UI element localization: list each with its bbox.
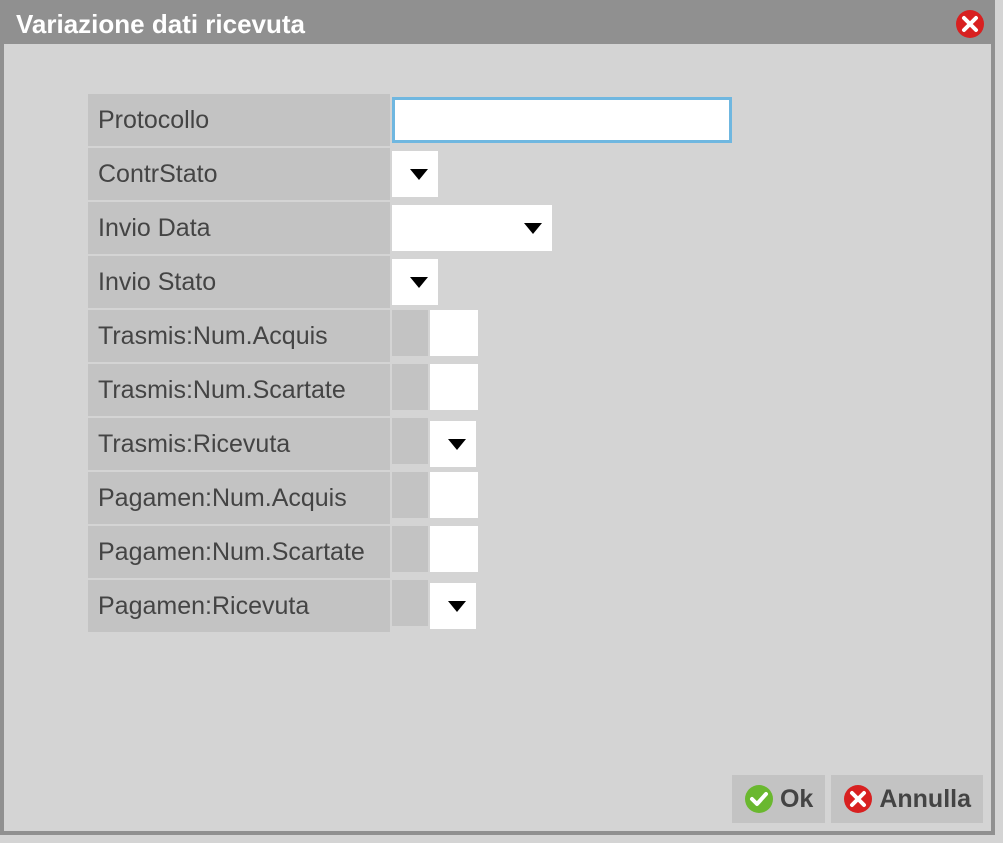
row-contrstato: ContrStato (88, 148, 991, 200)
ok-button-label: Ok (780, 785, 813, 814)
close-icon (955, 9, 985, 39)
spacer (392, 580, 428, 626)
label-trasmis-numacquis: Trasmis:Num.Acquis (88, 310, 390, 362)
label-inviodata: Invio Data (88, 202, 390, 254)
titlebar: Variazione dati ricevuta (4, 4, 991, 44)
ok-button[interactable]: Ok (732, 775, 825, 823)
input-pagamen-numacquis[interactable] (430, 472, 478, 518)
row-pagamen-ricevuta: Pagamen:Ricevuta (88, 580, 991, 632)
row-pagamen-numacquis: Pagamen:Num.Acquis (88, 472, 991, 524)
spacer (392, 418, 428, 464)
chevron-down-icon (410, 277, 428, 288)
spacer (392, 472, 428, 518)
label-contrstato: ContrStato (88, 148, 390, 200)
form-area: Protocollo ContrStato Invio Data Invio S (4, 44, 991, 632)
dropdown-pagamen-ricevuta[interactable] (430, 583, 476, 629)
chevron-down-icon (524, 223, 542, 234)
label-pagamen-numscartate: Pagamen:Num.Scartate (88, 526, 390, 578)
chevron-down-icon (410, 169, 428, 180)
label-trasmis-numscartate: Trasmis:Num.Scartate (88, 364, 390, 416)
input-pagamen-numscartate[interactable] (430, 526, 478, 572)
row-protocollo: Protocollo (88, 94, 991, 146)
row-trasmis-ricevuta: Trasmis:Ricevuta (88, 418, 991, 470)
cancel-button-label: Annulla (879, 785, 971, 814)
row-trasmis-numacquis: Trasmis:Num.Acquis (88, 310, 991, 362)
dialog: Variazione dati ricevuta Protocollo Cont… (0, 0, 995, 835)
dropdown-inviodata[interactable] (392, 205, 552, 251)
chevron-down-icon (448, 601, 466, 612)
dropdown-contrstato[interactable] (392, 151, 438, 197)
chevron-down-icon (448, 439, 466, 450)
spacer (392, 310, 428, 356)
row-inviostato: Invio Stato (88, 256, 991, 308)
label-pagamen-ricevuta: Pagamen:Ricevuta (88, 580, 390, 632)
label-pagamen-numacquis: Pagamen:Num.Acquis (88, 472, 390, 524)
input-trasmis-numacquis[interactable] (430, 310, 478, 356)
row-trasmis-numscartate: Trasmis:Num.Scartate (88, 364, 991, 416)
spacer (392, 526, 428, 572)
row-pagamen-numscartate: Pagamen:Num.Scartate (88, 526, 991, 578)
spacer (392, 364, 428, 410)
label-protocollo: Protocollo (88, 94, 390, 146)
input-trasmis-numscartate[interactable] (430, 364, 478, 410)
dialog-title: Variazione dati ricevuta (16, 9, 305, 40)
label-trasmis-ricevuta: Trasmis:Ricevuta (88, 418, 390, 470)
cancel-icon (843, 784, 873, 814)
dropdown-trasmis-ricevuta[interactable] (430, 421, 476, 467)
input-protocollo[interactable] (392, 97, 732, 143)
dropdown-inviostato[interactable] (392, 259, 438, 305)
label-inviostato: Invio Stato (88, 256, 390, 308)
cancel-button[interactable]: Annulla (831, 775, 983, 823)
close-button[interactable] (955, 9, 985, 39)
row-inviodata: Invio Data (88, 202, 991, 254)
footer: Ok Annulla (732, 775, 983, 823)
check-icon (744, 784, 774, 814)
